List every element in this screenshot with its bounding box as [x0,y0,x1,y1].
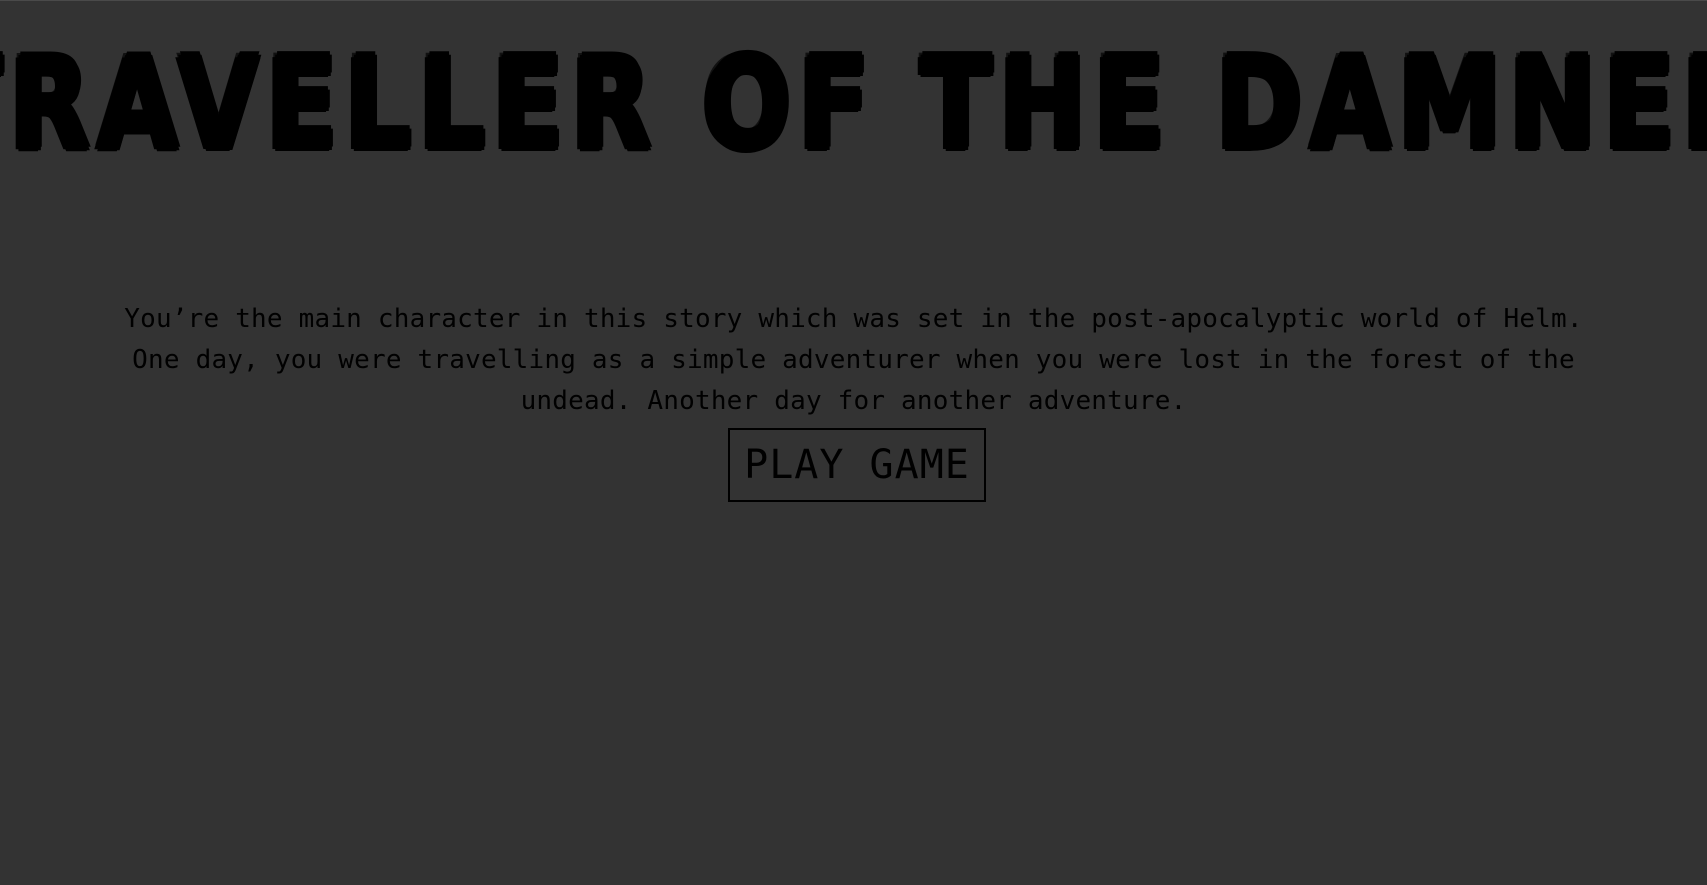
title-banner: Traveller of the Damned [0,29,1707,179]
intro-story-text: You’re the main character in this story … [124,304,1583,416]
play-game-button[interactable]: Play Game [728,428,986,502]
game-title: Traveller of the Damned [0,31,1707,177]
